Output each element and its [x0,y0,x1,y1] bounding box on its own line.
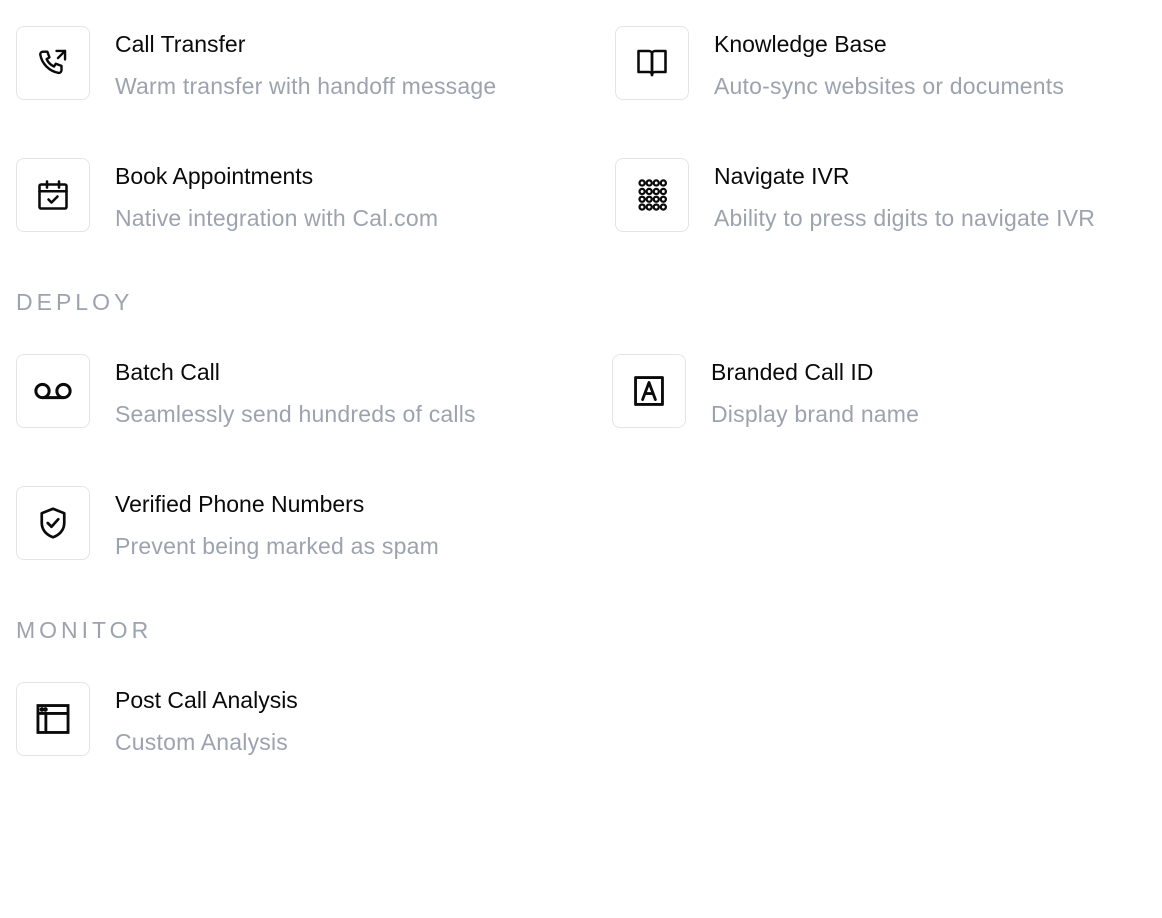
feature-book-appointments[interactable]: Book Appointments Native integration wit… [16,158,438,233]
feature-description: Display brand name [711,401,920,427]
section-label-deploy: DEPLOY [16,289,134,315]
feature-branded-call-id[interactable]: Branded Call ID Display brand name [612,354,919,429]
feature-description: Seamlessly send hundreds of calls [115,401,476,427]
feature-title: Knowledge Base [714,31,887,57]
feature-description: Auto-sync websites or documents [714,73,1065,99]
voicemail-icon [16,354,90,428]
feature-description: Custom Analysis [115,729,289,755]
feature-call-transfer[interactable]: Call Transfer Warm transfer with handoff… [16,26,496,101]
feature-description: Ability to press digits to navigate IVR [714,205,1096,231]
feature-post-call-analysis[interactable]: Post Call Analysis Custom Analysis [16,682,298,757]
feature-title: Post Call Analysis [115,687,298,713]
feature-batch-call[interactable]: Batch Call Seamlessly send hundreds of c… [16,354,476,429]
feature-knowledge-base[interactable]: Knowledge Base Auto-sync websites or doc… [615,26,1064,101]
feature-title: Batch Call [115,359,220,385]
browser-window-icon [16,682,90,756]
feature-title: Call Transfer [115,31,246,57]
feature-description: Native integration with Cal.com [115,205,439,231]
dialpad-icon [615,158,689,232]
feature-description: Prevent being marked as spam [115,533,439,559]
feature-description: Warm transfer with handoff message [115,73,497,99]
feature-verified-phone-numbers[interactable]: Verified Phone Numbers Prevent being mar… [16,486,439,561]
shield-check-icon [16,486,90,560]
feature-title: Navigate IVR [714,163,850,189]
feature-navigate-ivr[interactable]: Navigate IVR Ability to press digits to … [615,158,1095,233]
feature-title: Verified Phone Numbers [115,491,365,517]
letter-a-box-icon [612,354,686,428]
book-open-icon [615,26,689,100]
feature-title: Book Appointments [115,163,314,189]
phone-transfer-icon [16,26,90,100]
calendar-check-icon [16,158,90,232]
feature-title: Branded Call ID [711,359,874,385]
section-label-monitor: MONITOR [16,617,153,643]
